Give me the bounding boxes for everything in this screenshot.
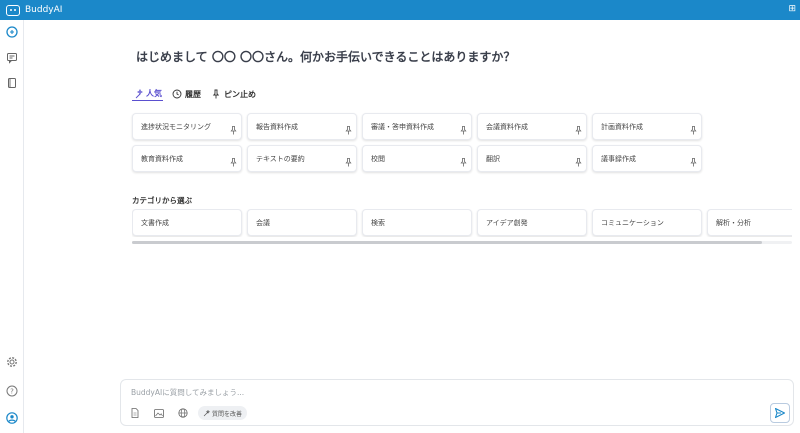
prompt-card-label: 校閲 <box>371 155 385 163</box>
prompt-tabs: 人気 履歴 ピン止め <box>132 87 257 101</box>
sidebar: ? <box>0 20 24 433</box>
top-bar: BuddyAI ⊞ <box>0 0 800 20</box>
pin-icon[interactable] <box>345 126 352 135</box>
svg-text:?: ? <box>10 388 14 396</box>
tab-popular[interactable]: 人気 <box>132 87 163 101</box>
category-card[interactable]: 文書作成 <box>132 209 242 236</box>
improve-question-label: 質問を改善 <box>212 410 243 418</box>
prompt-card-grid: 進捗状況モニタリング 報告資料作成 審議・答申資料作成 会議資料作成 計画資料作… <box>132 113 704 172</box>
tab-popular-label: 人気 <box>146 89 162 98</box>
pin-icon[interactable] <box>460 126 467 135</box>
history-icon <box>172 89 182 99</box>
new-chat-icon[interactable] <box>6 26 18 38</box>
chat-history-icon[interactable] <box>6 52 18 64</box>
category-card[interactable]: 解析・分析 <box>707 209 792 236</box>
prompt-card-label: 会議資料作成 <box>486 123 528 131</box>
pin-icon[interactable] <box>575 126 582 135</box>
app-title: BuddyAI <box>25 5 63 15</box>
pin-icon[interactable] <box>230 126 237 135</box>
prompt-card-label: 審議・答申資料作成 <box>371 123 434 131</box>
prompt-card-label: テキストの要約 <box>256 155 305 163</box>
prompt-card-label: 報告資料作成 <box>256 123 298 131</box>
prompt-card-label: 翻訳 <box>486 155 500 163</box>
category-card[interactable]: コミュニケーション <box>592 209 702 236</box>
prompt-card[interactable]: 計画資料作成 <box>592 113 702 140</box>
send-button[interactable] <box>770 403 790 423</box>
prompt-card-label: 教育資料作成 <box>141 155 183 163</box>
greeting-heading: はじめまして 〇〇 〇〇さん。何かお手伝いできることはありますか？ <box>136 50 516 64</box>
category-section-label: カテゴリから選ぶ <box>132 196 192 205</box>
prompt-card[interactable]: 進捗状況モニタリング <box>132 113 242 140</box>
tab-history[interactable]: 履歴 <box>171 87 202 101</box>
help-icon[interactable]: ? <box>6 385 18 397</box>
magic-wand-icon <box>203 409 210 416</box>
chat-composer: 質問を改善 <box>120 379 794 426</box>
prompt-card[interactable]: 教育資料作成 <box>132 145 242 172</box>
prompt-card[interactable]: 翻訳 <box>477 145 587 172</box>
tab-pinned[interactable]: ピン止め <box>210 87 257 101</box>
category-scrollbar[interactable] <box>132 241 792 244</box>
menu-icon[interactable]: ⊞ <box>788 4 796 14</box>
prompt-card[interactable]: 審議・答申資料作成 <box>362 113 472 140</box>
pin-icon[interactable] <box>690 158 697 167</box>
book-icon[interactable] <box>6 77 18 89</box>
pin-icon[interactable] <box>690 126 697 135</box>
image-icon[interactable] <box>154 408 164 418</box>
tab-history-label: 履歴 <box>185 89 201 99</box>
pin-icon[interactable] <box>230 158 237 167</box>
chat-input[interactable] <box>131 386 631 398</box>
main-content: はじめまして 〇〇 〇〇さん。何かお手伝いできることはありますか？ 人気 履歴 … <box>24 20 800 433</box>
prompt-card-label: 議事録作成 <box>601 155 636 163</box>
pin-icon[interactable] <box>575 158 582 167</box>
prompt-card-label: 進捗状況モニタリング <box>141 123 211 131</box>
send-icon <box>774 407 786 419</box>
settings-gear-icon[interactable] <box>6 356 18 368</box>
sparkle-icon <box>135 88 143 98</box>
globe-icon[interactable] <box>178 408 188 418</box>
category-card[interactable]: 検索 <box>362 209 472 236</box>
prompt-card[interactable]: 校閲 <box>362 145 472 172</box>
prompt-card[interactable]: 議事録作成 <box>592 145 702 172</box>
attach-file-icon[interactable] <box>130 408 140 418</box>
prompt-card[interactable]: 報告資料作成 <box>247 113 357 140</box>
category-card[interactable]: 会議 <box>247 209 357 236</box>
category-card[interactable]: アイデア創発 <box>477 209 587 236</box>
category-list: 文書作成 会議 検索 アイデア創発 コミュニケーション 解析・分析 <box>132 209 792 237</box>
prompt-card[interactable]: 会議資料作成 <box>477 113 587 140</box>
chat-bot-logo-icon <box>6 4 20 16</box>
user-avatar-icon[interactable] <box>6 412 18 424</box>
prompt-card[interactable]: テキストの要約 <box>247 145 357 172</box>
improve-question-button[interactable]: 質問を改善 <box>198 406 248 420</box>
pin-icon[interactable] <box>460 158 467 167</box>
prompt-card-label: 計画資料作成 <box>601 123 643 131</box>
category-scrollbar-thumb[interactable] <box>132 241 762 244</box>
pin-icon <box>212 89 220 99</box>
pin-icon[interactable] <box>345 158 352 167</box>
tab-pinned-label: ピン止め <box>224 89 256 99</box>
